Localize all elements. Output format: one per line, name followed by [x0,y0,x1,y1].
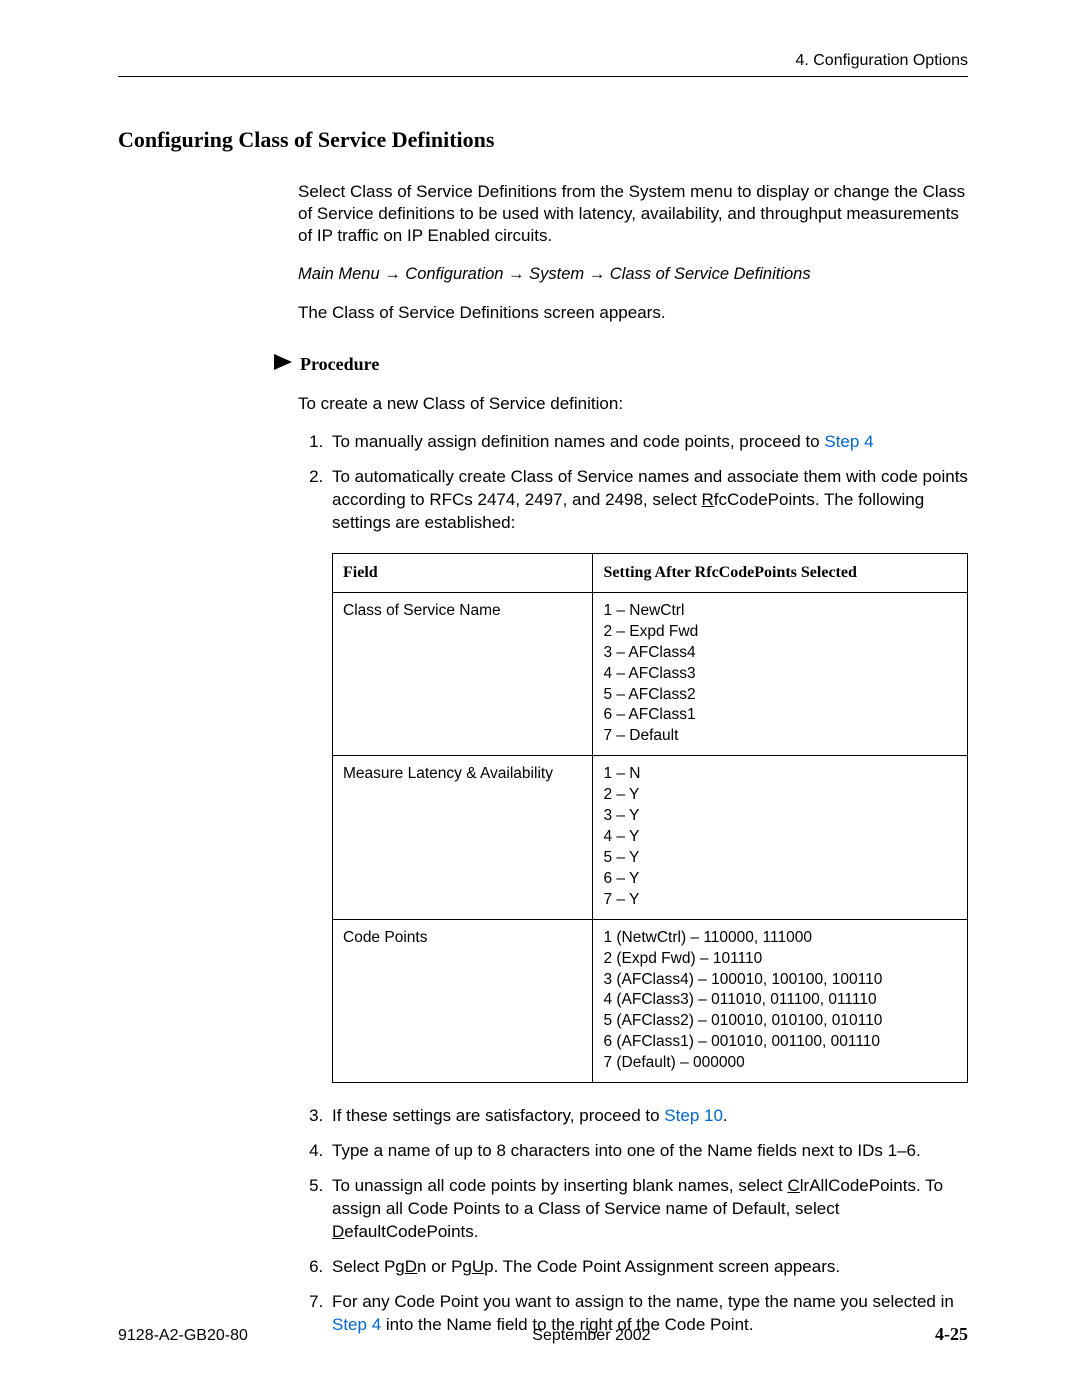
step-1: To manually assign definition names and … [328,431,968,454]
footer-docnum: 9128-A2-GB20-80 [118,1327,248,1345]
screen-appears-text: The Class of Service Definitions screen … [298,302,968,324]
cell-setting-1: 1 – NewCtrl 2 – Expd Fwd 3 – AFClass4 4 … [593,592,967,755]
section-title: Configuring Class of Service Definitions [118,127,968,153]
step-5-u2: D [332,1222,344,1241]
procedure-intro: To create a new Class of Service definit… [298,393,968,415]
cell-setting-2: 1 – N 2 – Y 3 – Y 4 – Y 5 – Y 6 – Y 7 – … [593,756,967,919]
step-5-mid2: efaultCodePoints. [344,1222,478,1241]
step-6-pre: Select Pg [332,1257,405,1276]
step-6-mid: n or Pg [417,1257,472,1276]
page-footer: 9128-A2-GB20-80 September 2002 4-25 [118,1324,968,1345]
table-row: Code Points 1 (NetwCtrl) – 110000, 11100… [333,919,967,1082]
th-setting: Setting After RfcCodePoints Selected [593,554,967,592]
header-rule [118,76,968,77]
th-field: Field [333,554,593,592]
step-5-pre: To unassign all code points by inserting… [332,1176,787,1195]
step-7-pre: For any Code Point you want to assign to… [332,1292,954,1311]
step-6-post: p. The Code Point Assignment screen appe… [484,1257,840,1276]
chapter-label: 4. Configuration Options [118,52,968,70]
cell-field-2: Measure Latency & Availability [333,756,593,919]
step-3: If these settings are satisfactory, proc… [328,1105,968,1128]
settings-table-wrap: Field Setting After RfcCodePoints Select… [332,553,968,1083]
cell-setting-3: 1 (NetwCtrl) – 110000, 111000 2 (Expd Fw… [593,919,967,1082]
step-1-link[interactable]: Step 4 [824,432,873,451]
footer-date: September 2002 [532,1327,650,1345]
step-1-text: To manually assign definition names and … [332,432,824,451]
step-2-underline: R [702,490,714,509]
procedure-heading: Procedure [300,354,379,375]
step-6-u1: D [405,1257,417,1276]
step-3-link[interactable]: Step 10 [664,1106,723,1125]
settings-table: Field Setting After RfcCodePoints Select… [333,554,967,1082]
table-row: Class of Service Name 1 – NewCtrl 2 – Ex… [333,592,967,755]
menu-path: Main Menu → Configuration → System → Cla… [298,265,968,284]
step-5: To unassign all code points by inserting… [328,1175,968,1244]
step-5-u1: C [787,1176,799,1195]
cell-field-1: Class of Service Name [333,592,593,755]
intro-paragraph: Select Class of Service Definitions from… [298,181,968,247]
table-row: Measure Latency & Availability 1 – N 2 –… [333,756,967,919]
footer-page-number: 4-25 [935,1324,968,1345]
step-3-text-pre: If these settings are satisfactory, proc… [332,1106,664,1125]
step-6-u2: U [472,1257,484,1276]
step-3-text-post: . [723,1106,728,1125]
cell-field-3: Code Points [333,919,593,1082]
procedure-steps: To manually assign definition names and … [328,431,968,1336]
step-6: Select PgDn or PgUp. The Code Point Assi… [328,1256,968,1279]
step-4: Type a name of up to 8 characters into o… [328,1140,968,1163]
step-2: To automatically create Class of Service… [328,466,968,1083]
procedure-arrow-icon [274,354,292,375]
